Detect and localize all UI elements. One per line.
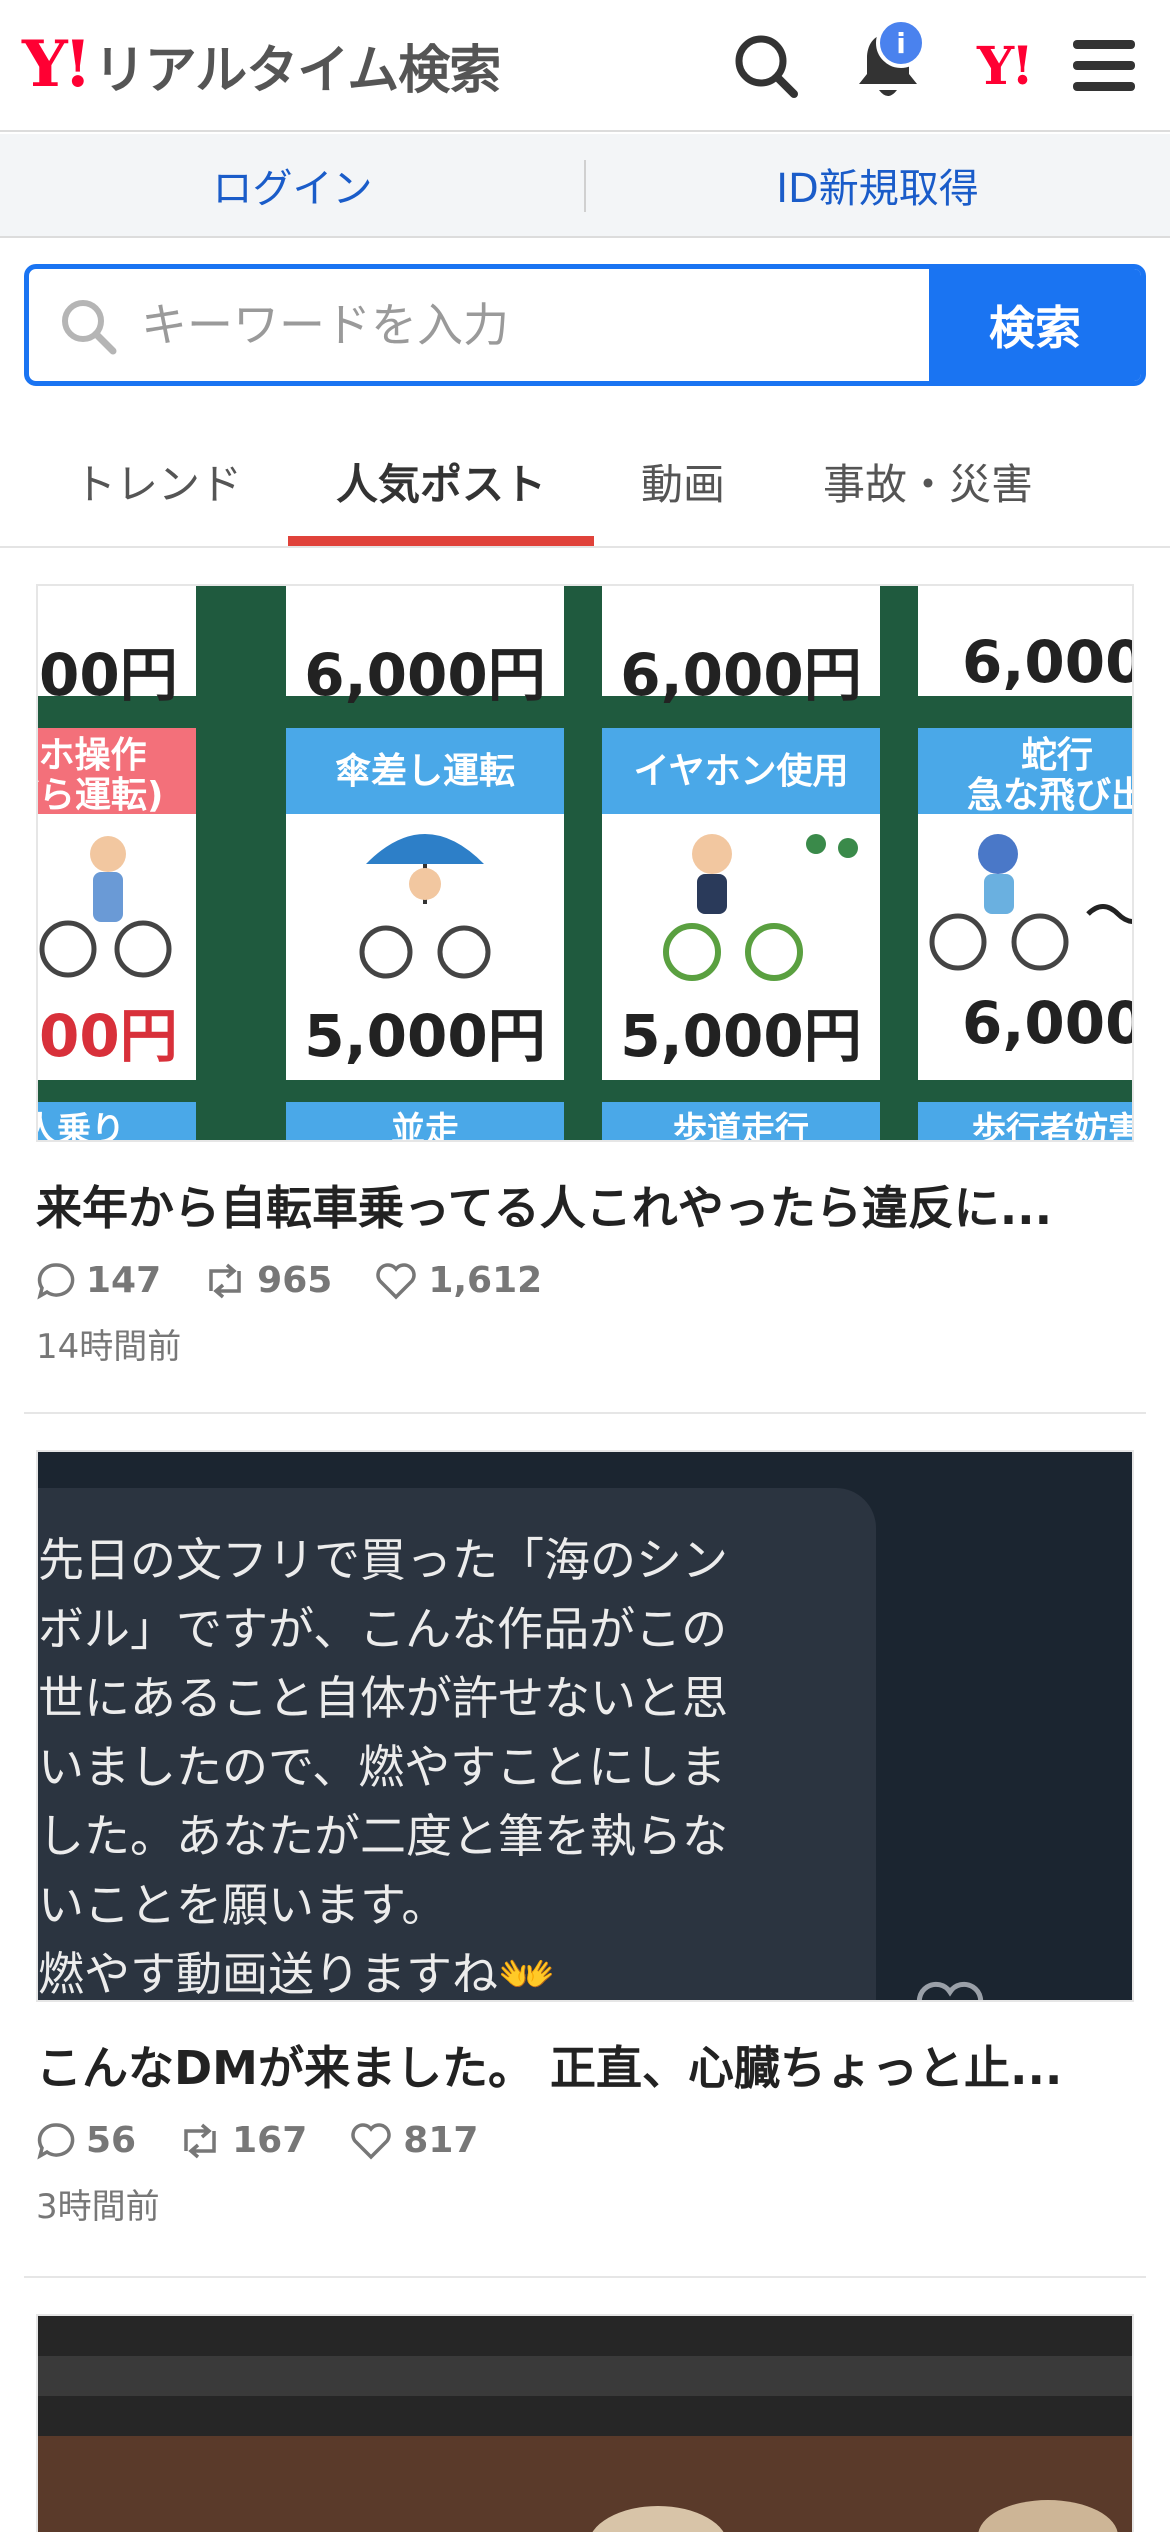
search-bar: 検索 bbox=[24, 264, 1146, 386]
tab-video[interactable]: 動画 bbox=[610, 414, 756, 548]
swerving-bicycle-illustration bbox=[929, 834, 1132, 971]
active-tab-indicator bbox=[288, 536, 594, 546]
violation-bottom-label: 歩道走行 bbox=[602, 1102, 880, 1140]
login-link[interactable]: ログイン bbox=[0, 134, 585, 236]
post-card[interactable] bbox=[36, 2314, 1134, 2532]
fine-top-price: 6,000円 bbox=[304, 641, 546, 709]
post-thumbnail[interactable]: 5,000円 スマホ操作 (ながら運転) 2,000円 二人乗り 6,000円 … bbox=[36, 584, 1134, 1142]
like-count-value: 1,612 bbox=[428, 1260, 543, 1301]
repost-count-value: 965 bbox=[257, 1260, 333, 1301]
violation-label: スマホ操作 (ながら運転) bbox=[38, 728, 196, 815]
umbrella-bicycle-illustration bbox=[359, 834, 491, 979]
reply-count-value: 147 bbox=[86, 1260, 162, 1301]
post-time: 3時間前 bbox=[36, 2187, 160, 2227]
post-title[interactable]: こんなDMが来ました。 正直、心臓ちょっと止... bbox=[36, 2032, 1134, 2098]
like-count: 1,612 bbox=[374, 1260, 542, 1301]
fine-top-price: 6,000 bbox=[962, 628, 1134, 696]
logo-title: リアルタイム検索 bbox=[93, 40, 501, 101]
fine-price: 5,000円 bbox=[304, 1002, 546, 1070]
repost-count-value: 167 bbox=[232, 2120, 308, 2161]
like-count: 817 bbox=[349, 2120, 478, 2161]
search-icon[interactable] bbox=[726, 26, 806, 106]
tab-popular-posts[interactable]: 人気ポスト bbox=[288, 414, 594, 548]
post-card[interactable]: 先日の文フリで買った「海のシン ボル」ですが、こんな作品がこの 世にあること自体… bbox=[36, 1450, 1134, 2228]
like-count-value: 817 bbox=[403, 2120, 479, 2161]
fine-column: 6,000円 イヤホン使用 5,000円 歩道走行 bbox=[602, 586, 880, 1140]
repost-icon bbox=[209, 1263, 241, 1298]
repost-icon bbox=[184, 2123, 216, 2158]
tab-accident-disaster[interactable]: 事故・災害 bbox=[790, 414, 1066, 548]
post-thumbnail[interactable]: 先日の文フリで買った「海のシン ボル」ですが、こんな作品がこの 世にあること自体… bbox=[36, 1450, 1134, 2002]
post-stats: 56 167 817 bbox=[36, 2120, 1134, 2161]
notification-badge: i bbox=[876, 18, 926, 68]
fine-top-price: 6,000円 bbox=[620, 641, 862, 709]
reply-icon bbox=[37, 1262, 75, 1300]
violation-bottom-label: 歩行者妨害 bbox=[918, 1102, 1132, 1140]
fine-price: 2,000円 bbox=[38, 1002, 178, 1070]
register-id-link[interactable]: ID新規取得 bbox=[585, 134, 1170, 236]
repost-count: 167 bbox=[178, 2120, 307, 2161]
dm-message-text: 先日の文フリで買った「海のシン ボル」ですが、こんな作品がこの 世にあること自体… bbox=[38, 1533, 728, 2001]
search-field-icon bbox=[62, 300, 117, 355]
auth-bar: ログイン ID新規取得 bbox=[0, 134, 1170, 238]
heart-icon bbox=[376, 1262, 416, 1299]
reply-count-value: 56 bbox=[86, 2120, 137, 2161]
search-field[interactable] bbox=[29, 269, 941, 381]
yahoo-logo-mark: Y! bbox=[22, 27, 92, 102]
post-divider bbox=[24, 1412, 1146, 1414]
yahoo-realtime-logo[interactable]: Y! リアルタイム検索 bbox=[22, 27, 501, 102]
violation-bottom-label: 並走 bbox=[286, 1102, 564, 1140]
app-header: Y! リアルタイム検索 i Y! bbox=[0, 0, 1170, 132]
heart-icon bbox=[351, 2122, 391, 2159]
fine-column: 6,000円 傘差し運転 5,000円 並走 bbox=[286, 586, 564, 1140]
reply-count: 147 bbox=[36, 1260, 161, 1301]
yahoo-japan-id-icon[interactable]: Y! bbox=[964, 26, 1044, 106]
tab-trend[interactable]: トレンド bbox=[40, 414, 276, 548]
fine-price: 6,000 bbox=[962, 989, 1134, 1057]
post-title[interactable]: 来年から自転車乗ってる人これやったら違反に... bbox=[36, 1172, 1134, 1238]
violation-label: 蛇行 急な飛び出 bbox=[918, 728, 1132, 815]
reply-count: 56 bbox=[36, 2120, 136, 2161]
post-divider bbox=[24, 2276, 1146, 2278]
post-thumbnail[interactable] bbox=[36, 2314, 1134, 2532]
search-input[interactable] bbox=[141, 285, 941, 365]
post-stats: 147 965 1,612 bbox=[36, 1260, 1134, 1301]
fine-column: 5,000円 スマホ操作 (ながら運転) 2,000円 二人乗り bbox=[38, 586, 196, 1140]
menu-icon[interactable] bbox=[1064, 26, 1144, 106]
post-time: 14時間前 bbox=[36, 1327, 182, 1367]
reply-icon bbox=[37, 2122, 75, 2160]
violation-label: 傘差し運転 bbox=[286, 728, 564, 814]
violation-label: イヤホン使用 bbox=[602, 728, 880, 814]
earphone-bicycle-illustration bbox=[663, 834, 858, 981]
auth-divider bbox=[584, 160, 586, 212]
bicycle-illustration bbox=[39, 836, 172, 978]
search-button[interactable]: 検索 bbox=[929, 269, 1141, 381]
post-card[interactable]: 5,000円 スマホ操作 (ながら運転) 2,000円 二人乗り 6,000円 … bbox=[36, 584, 1134, 1368]
yj-mark: Y! bbox=[977, 35, 1034, 97]
fine-top-price: 5,000円 bbox=[38, 641, 178, 709]
food-photo bbox=[38, 2316, 1132, 2532]
heart-icon bbox=[916, 1981, 984, 2000]
category-tabs: トレンド 人気ポスト 動画 事故・災害 bbox=[0, 414, 1170, 548]
repost-count: 965 bbox=[203, 1260, 332, 1301]
fine-column: 6,000 蛇行 急な飛び出 6,000 歩行者妨害 bbox=[918, 586, 1134, 1140]
notification-bell-icon[interactable]: i bbox=[848, 18, 928, 106]
fine-price: 5,000円 bbox=[620, 1002, 862, 1070]
violation-bottom-label: 二人乗り bbox=[38, 1102, 196, 1140]
